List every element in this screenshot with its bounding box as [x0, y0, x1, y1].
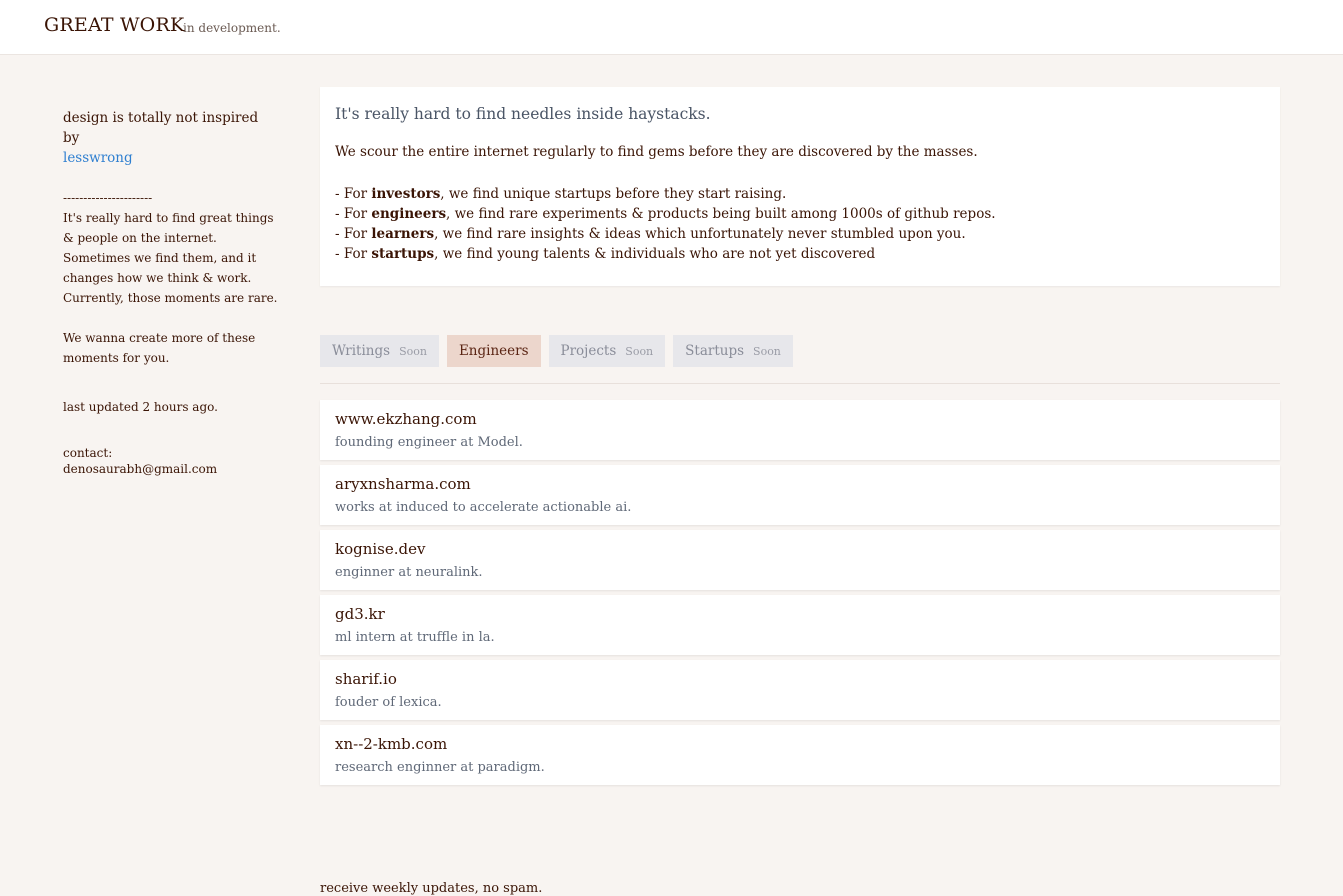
- tab-writings[interactable]: Writings Soon: [320, 335, 439, 367]
- engineer-description: founding engineer at Model.: [335, 435, 523, 450]
- bullet-engineers: - For engineers, we find rare experiment…: [335, 206, 996, 222]
- engineer-site-link[interactable]: gd3.kr: [335, 605, 385, 623]
- inspiration-note: design is totally not inspired by lesswr…: [63, 108, 278, 168]
- engineer-description: fouder of lexica.: [335, 695, 442, 710]
- soon-badge: Soon: [625, 344, 654, 358]
- intro-lead: We scour the entire internet regularly t…: [335, 144, 978, 160]
- intro-card: It's really hard to find needles inside …: [320, 87, 1280, 286]
- list-item[interactable]: sharif.io fouder of lexica.: [320, 660, 1280, 720]
- engineer-list: www.ekzhang.com founding engineer at Mod…: [320, 400, 1280, 790]
- engineer-site-link[interactable]: kognise.dev: [335, 540, 425, 558]
- intro-headline: It's really hard to find needles inside …: [335, 105, 711, 123]
- soon-badge: Soon: [753, 344, 781, 358]
- tab-label: Startups: [685, 343, 745, 359]
- subscribe-note: receive weekly updates, no spam.: [320, 881, 543, 896]
- bullet-investors: - For investors, we find unique startups…: [335, 186, 787, 202]
- tab-label: Writings: [332, 343, 391, 359]
- tab-projects[interactable]: Projects Soon: [548, 335, 666, 367]
- list-item[interactable]: kognise.dev enginner at neuralink.: [320, 530, 1280, 590]
- sidebar: design is totally not inspired by lesswr…: [63, 108, 278, 477]
- engineer-site-link[interactable]: www.ekzhang.com: [335, 410, 477, 428]
- about-para-3: Currently, those moments are rare.: [63, 291, 278, 305]
- bullet-startups: - For startups, we find young talents & …: [335, 246, 876, 262]
- intro-bullets: - For investors, we find unique startups…: [335, 184, 996, 264]
- tab-label: Engineers: [458, 343, 529, 359]
- lesswrong-link[interactable]: lesswrong: [63, 150, 133, 166]
- engineer-site-link[interactable]: sharif.io: [335, 670, 397, 688]
- soon-badge: Soon: [399, 344, 427, 358]
- tab-engineers[interactable]: Engineers: [446, 335, 541, 367]
- brand-subtitle: in development.: [183, 21, 281, 35]
- engineer-description: enginner at neuralink.: [335, 565, 483, 580]
- top-bar: GREAT WORK in development.: [0, 0, 1343, 55]
- engineer-site-link[interactable]: xn--2-kmb.com: [335, 735, 447, 753]
- engineer-site-link[interactable]: aryxnsharma.com: [335, 475, 471, 493]
- list-item[interactable]: www.ekzhang.com founding engineer at Mod…: [320, 400, 1280, 460]
- about-para-4: We wanna create more of these moments fo…: [63, 331, 256, 365]
- divider: [320, 383, 1280, 384]
- tab-startups[interactable]: Startups Soon: [673, 335, 793, 367]
- last-updated: last updated 2 hours ago.: [63, 400, 218, 414]
- list-item[interactable]: xn--2-kmb.com research enginner at parad…: [320, 725, 1280, 785]
- contact-label: contact:: [63, 446, 113, 460]
- engineer-description: works at induced to accelerate actionabl…: [335, 500, 632, 515]
- about-para-1: It's really hard to find great things & …: [63, 211, 274, 245]
- contact-email[interactable]: denosaurabh@gmail.com: [63, 461, 278, 477]
- list-item[interactable]: aryxnsharma.com works at induced to acce…: [320, 465, 1280, 525]
- category-tabs: Writings Soon Engineers Projects Soon St…: [320, 335, 793, 367]
- tab-label: Projects: [560, 343, 617, 359]
- engineer-description: ml intern at truffle in la.: [335, 630, 495, 645]
- bullet-learners: - For learners, we find rare insights & …: [335, 226, 966, 242]
- separator: ----------------------: [63, 191, 153, 205]
- list-item[interactable]: gd3.kr ml intern at truffle in la.: [320, 595, 1280, 655]
- engineer-description: research enginner at paradigm.: [335, 760, 545, 775]
- inspiration-text: design is totally not inspired by: [63, 110, 259, 146]
- brand-logo[interactable]: GREAT WORK: [44, 14, 184, 36]
- about-para-2: Sometimes we find them, and it changes h…: [63, 251, 257, 285]
